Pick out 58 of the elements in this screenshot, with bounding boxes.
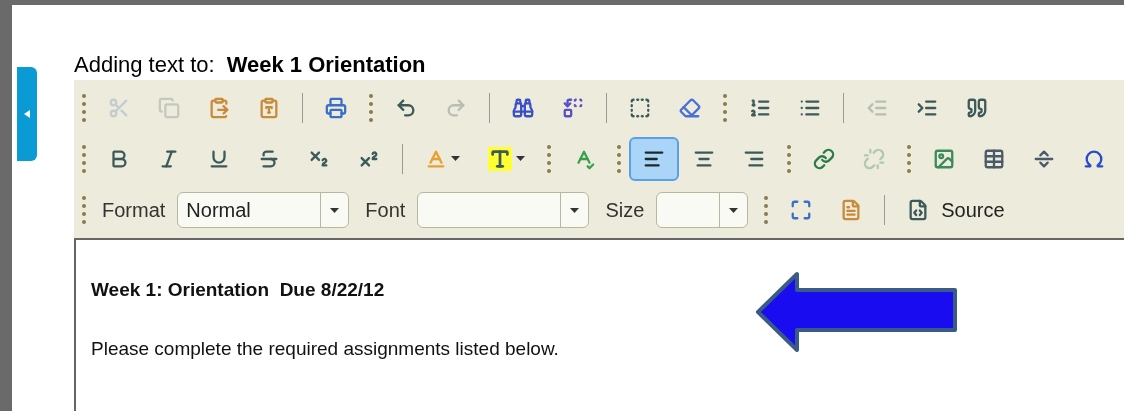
triangle-left-icon bbox=[24, 110, 30, 118]
maximize-icon bbox=[790, 199, 813, 222]
italic-icon bbox=[158, 148, 180, 170]
source-button[interactable]: Source bbox=[893, 188, 1019, 233]
text-color-icon bbox=[425, 148, 447, 170]
toolbar-grip[interactable] bbox=[82, 196, 86, 225]
toolbar-grip[interactable] bbox=[723, 93, 727, 122]
toolbar-grip[interactable] bbox=[369, 93, 373, 122]
field-label: Size bbox=[605, 198, 646, 224]
scissors-icon bbox=[108, 96, 130, 119]
clipboard-icon bbox=[258, 96, 280, 119]
binoculars-icon bbox=[512, 96, 534, 119]
toolbar-grip[interactable] bbox=[617, 145, 621, 173]
dropdown-field[interactable] bbox=[417, 192, 590, 229]
undo-icon bbox=[395, 96, 417, 119]
align-left-icon bbox=[643, 148, 665, 170]
subscript-icon bbox=[308, 148, 330, 170]
clipboard-icon bbox=[208, 96, 230, 119]
strikethrough-icon bbox=[258, 148, 280, 170]
table-icon bbox=[983, 148, 1005, 170]
caret-icon bbox=[516, 156, 525, 162]
heading-target: Week 1 Orientation bbox=[226, 51, 426, 79]
redo-icon bbox=[445, 96, 467, 119]
content-title: Week 1: Orientation Due 8/22/12 bbox=[91, 278, 386, 302]
align-right-icon bbox=[743, 148, 765, 170]
collapse-tab[interactable] bbox=[17, 67, 37, 161]
field-label: Format bbox=[102, 198, 167, 224]
dashed-square-icon bbox=[629, 96, 651, 119]
caret-icon bbox=[729, 207, 739, 213]
underline-icon bbox=[208, 148, 230, 170]
link-icon bbox=[813, 148, 835, 170]
quote-icon bbox=[966, 96, 988, 119]
heading-label: Adding text to: bbox=[74, 51, 215, 79]
copy-icon bbox=[158, 96, 180, 119]
caret-icon bbox=[451, 156, 460, 162]
eraser-icon bbox=[679, 96, 701, 119]
dropdown-field[interactable]: Normal bbox=[177, 192, 350, 229]
caret-icon bbox=[570, 207, 580, 213]
superscript-icon bbox=[358, 148, 380, 170]
toolbar-grip[interactable] bbox=[82, 93, 86, 122]
align-center-icon bbox=[693, 148, 715, 170]
replace-icon bbox=[562, 96, 584, 119]
printer-icon bbox=[325, 96, 347, 119]
field-label: Font bbox=[365, 198, 407, 224]
align-left-button[interactable] bbox=[629, 137, 679, 181]
toolbar-grip[interactable] bbox=[82, 145, 86, 173]
horizontal-rule-icon bbox=[1033, 148, 1055, 170]
caret-icon bbox=[330, 207, 340, 213]
toolbar-grip[interactable] bbox=[547, 145, 551, 173]
dropdown-field[interactable] bbox=[656, 192, 749, 229]
unlink-icon bbox=[863, 148, 885, 170]
content-paragraph: Please complete the required assignments listed below. bbox=[91, 336, 560, 361]
toolbar-grip[interactable] bbox=[764, 196, 769, 225]
highlight-icon bbox=[488, 147, 512, 171]
image-icon bbox=[933, 148, 955, 170]
toolbar-grip[interactable] bbox=[907, 145, 911, 173]
toolbar-grip[interactable] bbox=[787, 145, 791, 173]
omega-icon bbox=[1083, 148, 1105, 170]
